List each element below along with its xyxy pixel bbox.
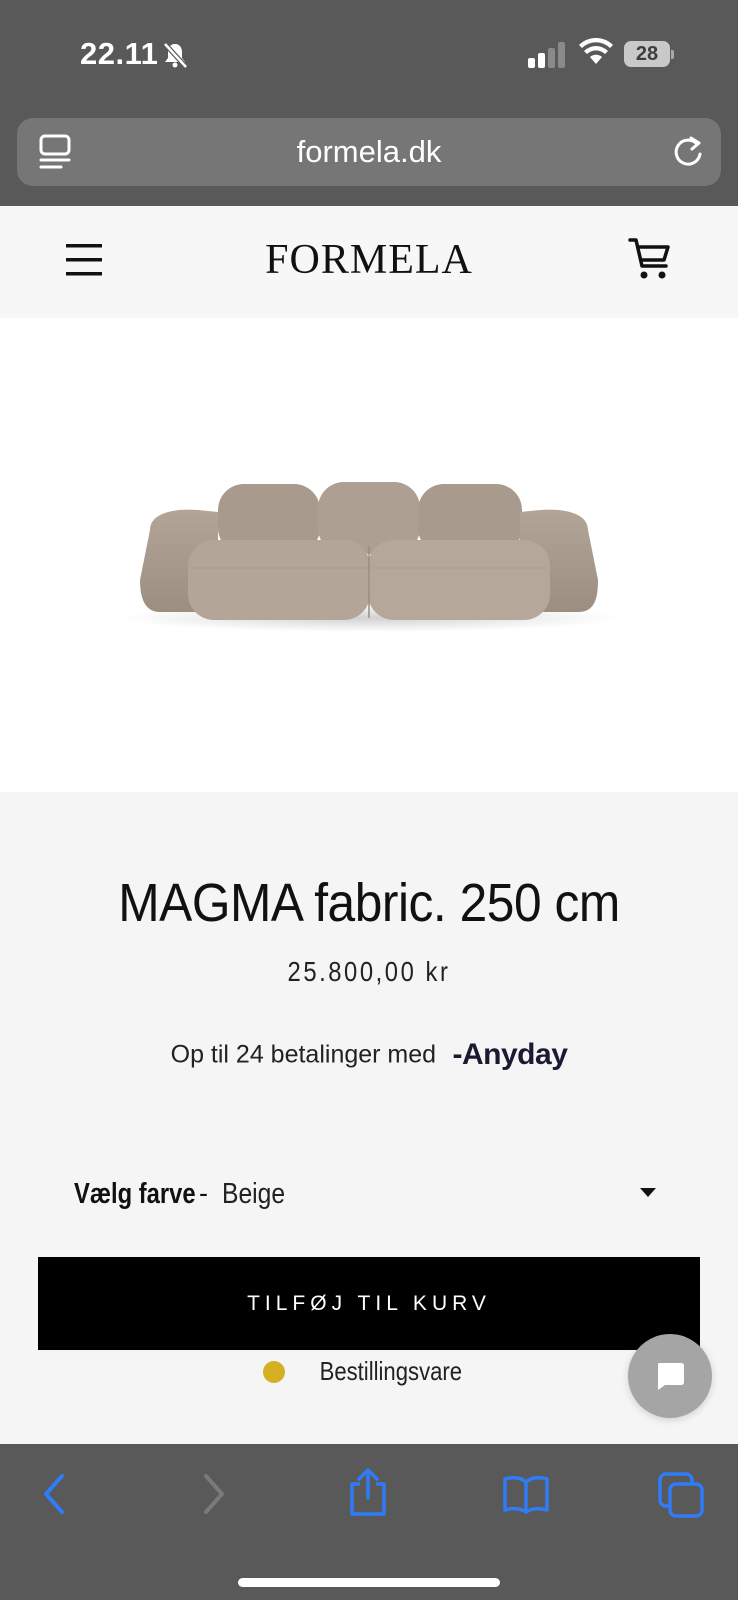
color-label: Vælg farve bbox=[74, 1178, 196, 1210]
browser-chrome: 22.11 28 formela.dk bbox=[0, 0, 738, 206]
status-time: 22.11 bbox=[80, 36, 159, 71]
stock-status-text: Bestillingsvare bbox=[319, 1356, 463, 1386]
chat-bubble-icon bbox=[658, 1363, 684, 1390]
reload-icon[interactable] bbox=[671, 134, 705, 170]
forward-arrow-icon[interactable] bbox=[198, 1472, 228, 1516]
chevron-down-icon[interactable] bbox=[640, 1188, 656, 1197]
bookmarks-icon[interactable] bbox=[502, 1474, 550, 1514]
installment-text: Op til 24 betalinger med bbox=[170, 1040, 437, 1069]
installment-info: Op til 24 betalinger med -Anyday bbox=[0, 1038, 738, 1072]
product-title: MAGMA fabric. 250 cm bbox=[118, 873, 620, 933]
address-bar[interactable]: formela.dk bbox=[17, 118, 721, 186]
battery-indicator: 28 bbox=[624, 41, 674, 67]
cell-signal-icon bbox=[528, 42, 565, 68]
home-indicator bbox=[238, 1578, 500, 1587]
back-arrow-icon[interactable] bbox=[40, 1472, 70, 1516]
tabs-icon[interactable] bbox=[658, 1472, 704, 1518]
site-header: FORMELA bbox=[0, 206, 738, 318]
product-price: 25.800,00 kr bbox=[287, 956, 451, 987]
chat-button[interactable] bbox=[628, 1334, 712, 1418]
color-value[interactable]: Beige bbox=[222, 1178, 285, 1211]
bell-muted-icon bbox=[163, 42, 188, 69]
cart-icon[interactable] bbox=[628, 236, 672, 282]
stock-status-dot bbox=[262, 1360, 285, 1383]
add-to-cart-button[interactable]: TILFØJ TIL KURV bbox=[38, 1257, 700, 1350]
share-icon[interactable] bbox=[348, 1468, 388, 1516]
battery-nub bbox=[671, 50, 674, 59]
color-separator: - bbox=[199, 1178, 208, 1208]
wifi-icon bbox=[579, 38, 613, 64]
color-select[interactable]: Vælg farve - Beige bbox=[74, 1176, 664, 1220]
battery-level: 28 bbox=[635, 43, 659, 65]
anyday-logo[interactable]: -Anyday bbox=[453, 1038, 568, 1071]
sofa-illustration bbox=[120, 482, 620, 632]
product-image[interactable] bbox=[0, 318, 738, 792]
url-text[interactable]: formela.dk bbox=[17, 118, 721, 186]
browser-toolbar bbox=[0, 1444, 738, 1600]
